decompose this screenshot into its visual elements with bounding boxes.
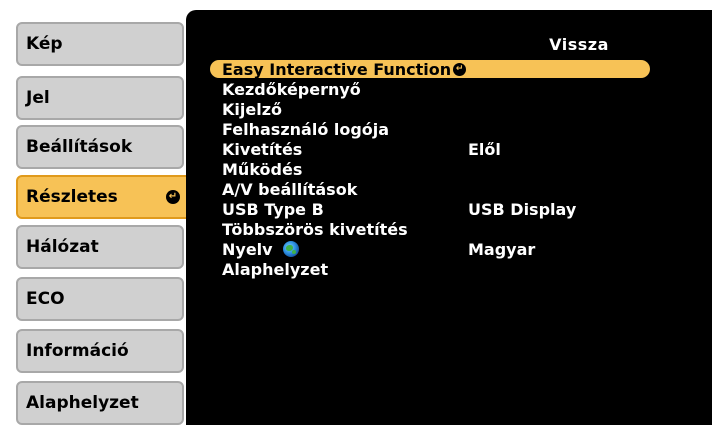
tab-reszletes[interactable]: Részletes ↵ (16, 175, 192, 219)
globe-icon (282, 241, 299, 257)
item-value: Elől (468, 139, 501, 159)
tab-beallitasok[interactable]: Beállítások (16, 125, 184, 169)
menu-item-easy-interactive-function[interactable]: Easy Interactive Function ↵ (210, 59, 650, 79)
tab-kep[interactable]: Kép (16, 22, 184, 66)
item-label: Nyelv (222, 239, 273, 259)
menu-item-kezdokepernyo[interactable]: Kezdőképernyő (210, 79, 650, 99)
item-label: Alaphelyzet (222, 259, 329, 279)
item-label: Kivetítés (222, 139, 303, 159)
item-label: Kezdőképernyő (222, 79, 361, 99)
item-label: Működés (222, 159, 303, 179)
menu-item-av-beallitasok[interactable]: A/V beállítások (210, 179, 650, 199)
item-value: USB Display (468, 199, 577, 219)
tab-alaphelyzet[interactable]: Alaphelyzet (16, 381, 184, 425)
tab-halozat[interactable]: Hálózat (16, 225, 184, 269)
tab-label: Jel (26, 88, 50, 108)
menu-item-kivetites[interactable]: Kivetítés Elől (210, 139, 650, 159)
menu-item-felhasznalo-logoja[interactable]: Felhasználó logója (210, 119, 650, 139)
item-label: USB Type B (222, 199, 324, 219)
item-label: Easy Interactive Function (222, 59, 452, 79)
menu-item-usb-type-b[interactable]: USB Type B USB Display (210, 199, 650, 219)
item-value: Magyar (468, 239, 536, 259)
menu-item-tobbszoros-kivetites[interactable]: Többszörös kivetítés (210, 219, 650, 239)
tab-label: Alaphelyzet (26, 393, 139, 413)
item-label: Felhasználó logója (222, 119, 390, 139)
item-label: A/V beállítások (222, 179, 358, 199)
item-label: Kijelző (222, 99, 283, 119)
tab-label: ECO (26, 289, 65, 309)
tab-informacio[interactable]: Információ (16, 329, 184, 373)
tab-eco[interactable]: ECO (16, 277, 184, 321)
menu-item-kijelzo[interactable]: Kijelző (210, 99, 650, 119)
submenu-panel: Vissza Easy Interactive Function ↵ Kezdő… (186, 10, 712, 425)
enter-icon: ↵ (166, 190, 180, 204)
enter-icon: ↵ (453, 62, 467, 76)
tab-label: Hálózat (26, 237, 99, 257)
menu-item-mukodes[interactable]: Működés (210, 159, 650, 179)
menu-item-alaphelyzet[interactable]: Alaphelyzet (210, 259, 650, 279)
tab-label: Információ (26, 341, 129, 361)
item-label: Többszörös kivetítés (222, 219, 408, 239)
back-button[interactable]: Vissza (507, 34, 651, 54)
menu-item-nyelv[interactable]: Nyelv Magyar (210, 239, 650, 259)
tab-label: Kép (26, 34, 63, 54)
tab-label: Részletes (26, 187, 118, 207)
tab-label: Beállítások (26, 137, 133, 157)
tab-jel[interactable]: Jel (16, 76, 184, 120)
